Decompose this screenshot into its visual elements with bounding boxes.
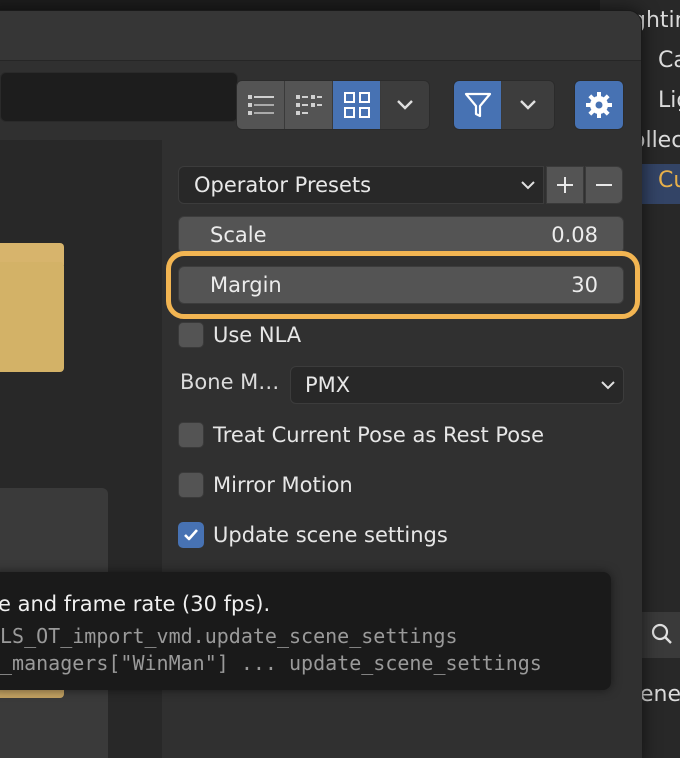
use-nla-checkbox[interactable] — [178, 322, 204, 348]
tooltip: e and frame rate (30 fps). LS_OT_import_… — [0, 572, 611, 690]
chevron-down-icon — [601, 381, 615, 390]
horizontal-list-button[interactable] — [285, 81, 333, 129]
tooltip-description: e and frame rate (30 fps). — [0, 592, 271, 616]
search-icon — [651, 623, 672, 644]
vertical-list-icon — [247, 95, 274, 115]
scale-field[interactable]: Scale 0.08 — [178, 216, 624, 254]
filter-dropdown[interactable] — [502, 81, 554, 129]
path-input[interactable] — [0, 72, 238, 122]
operator-presets-dropdown[interactable]: Operator Presets — [178, 166, 544, 204]
update-scene-row[interactable]: Update scene settings — [178, 518, 448, 552]
thumbnails-button[interactable] — [333, 81, 381, 129]
scale-label: Scale — [210, 223, 267, 247]
dialog-titlebar — [0, 11, 641, 61]
bone-mapper-label: Bone M… — [180, 370, 280, 394]
settings-group — [574, 80, 624, 130]
use-nla-row[interactable]: Use NLA — [178, 318, 301, 352]
display-mode-group — [236, 80, 430, 130]
mirror-motion-label: Mirror Motion — [213, 473, 353, 497]
horizontal-list-icon — [295, 95, 322, 115]
outliner-row-label: Cu — [658, 168, 680, 193]
remove-preset-button[interactable] — [585, 166, 623, 204]
scale-value: 0.08 — [551, 223, 598, 247]
thumbnails-icon — [343, 92, 370, 118]
plus-icon — [557, 177, 573, 193]
tooltip-python-path: LS_OT_import_vmd.update_scene_settings — [0, 624, 458, 648]
settings-button[interactable] — [575, 81, 623, 129]
chevron-down-icon — [397, 100, 413, 110]
highlight-outline — [166, 251, 640, 319]
treat-pose-label: Treat Current Pose as Rest Pose — [213, 423, 544, 447]
add-preset-button[interactable] — [546, 166, 584, 204]
vertical-list-button[interactable] — [237, 81, 285, 129]
outliner-row-label: Lig — [658, 88, 680, 113]
update-scene-label: Update scene settings — [213, 523, 448, 547]
filter-toggle-button[interactable] — [454, 81, 502, 129]
chevron-down-icon — [520, 100, 536, 110]
gear-icon — [586, 92, 612, 118]
scene-label: ene — [640, 682, 680, 707]
update-scene-checkbox[interactable] — [178, 522, 204, 548]
tooltip-data-path: _managers["WinMan"] ... update_scene_set… — [0, 651, 542, 675]
folder-icon[interactable] — [0, 262, 64, 372]
minus-icon — [596, 184, 612, 186]
outliner-row-label: Ca — [658, 48, 680, 73]
filter-icon — [464, 92, 491, 118]
display-size-dropdown[interactable] — [381, 81, 429, 129]
treat-pose-checkbox[interactable] — [178, 422, 204, 448]
filter-group — [453, 80, 555, 130]
mirror-motion-row[interactable]: Mirror Motion — [178, 468, 353, 502]
bone-mapper-value: PMX — [305, 373, 351, 397]
operator-presets-label: Operator Presets — [194, 173, 372, 197]
mirror-motion-checkbox[interactable] — [178, 472, 204, 498]
checkmark-icon — [184, 529, 198, 541]
treat-pose-row[interactable]: Treat Current Pose as Rest Pose — [178, 418, 544, 452]
use-nla-label: Use NLA — [213, 323, 302, 347]
bone-mapper-dropdown[interactable]: PMX — [290, 366, 624, 404]
chevron-down-icon — [521, 181, 535, 190]
